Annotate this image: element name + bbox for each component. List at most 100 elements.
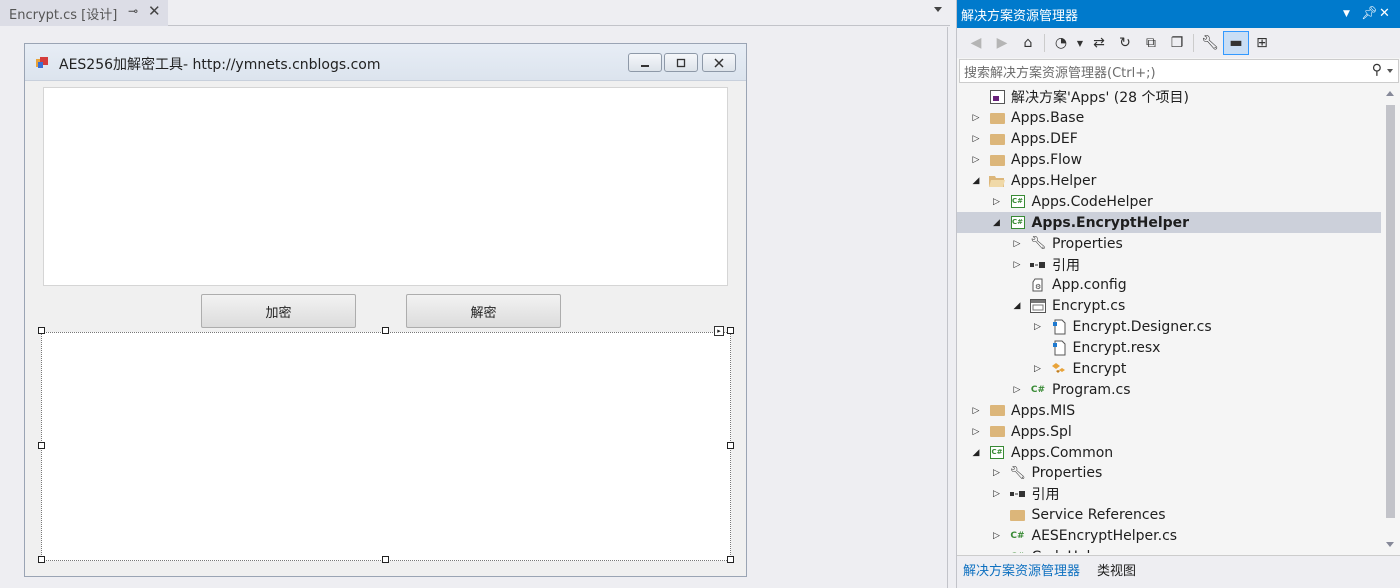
maximize-button[interactable] — [664, 53, 698, 72]
tree-item[interactable]: ▷ 🔧︎ Properties — [957, 233, 1381, 254]
resize-handle[interactable] — [382, 556, 389, 563]
input-textbox[interactable] — [43, 87, 728, 286]
tree-item[interactable]: ▷ C# Apps.CodeHelper — [957, 191, 1381, 212]
tree-item[interactable]: ◢ Encrypt.cs — [957, 296, 1381, 317]
tree-item[interactable]: Encrypt.resx — [957, 338, 1381, 359]
back-icon[interactable]: ◀ — [963, 31, 989, 55]
wrench-icon: 🔧︎ — [1029, 236, 1047, 252]
expand-arrow-icon[interactable]: ▷ — [1033, 322, 1043, 332]
expand-arrow-icon[interactable]: ▷ — [992, 468, 1002, 478]
minimize-button[interactable] — [628, 53, 662, 72]
resize-handle[interactable] — [38, 327, 45, 334]
pin-icon[interactable]: ⊸ — [128, 4, 138, 18]
tree-item[interactable]: ◢ C# Apps.Common — [957, 442, 1381, 463]
resize-handle[interactable] — [727, 442, 734, 449]
resize-handle[interactable] — [382, 327, 389, 334]
expand-arrow-icon[interactable]: ▷ — [1012, 260, 1022, 270]
tree-item[interactable]: ▷ 引用 — [957, 254, 1381, 275]
history-dropdown-icon[interactable]: ▼ — [1074, 31, 1086, 55]
tree-item[interactable]: ▷ 🔧︎ Properties — [957, 463, 1381, 484]
folder-icon — [989, 110, 1005, 126]
tree-item[interactable]: 解决方案'Apps' (28 个项目) — [957, 87, 1381, 108]
collapse-arrow-icon[interactable]: ◢ — [992, 218, 1002, 228]
resize-handle[interactable] — [727, 556, 734, 563]
search-icon[interactable]: ⚲ — [1372, 62, 1382, 78]
tab-overflow-dropdown-icon[interactable] — [934, 7, 942, 12]
solution-tree[interactable]: 解决方案'Apps' (28 个项目) ▷ Apps.Base ▷ Apps.DEF ▷ A… — [957, 87, 1381, 553]
tree-item[interactable]: ◢ C# Apps.EncryptHelper — [957, 212, 1381, 234]
collapse-arrow-icon[interactable]: ◢ — [971, 176, 981, 186]
collapse-all-icon[interactable]: ⧉ — [1138, 31, 1164, 55]
tree-item[interactable]: ▷ Apps.DEF — [957, 129, 1381, 150]
expand-arrow-icon[interactable]: ▷ — [1033, 364, 1043, 374]
decrypt-button[interactable]: 解密 — [406, 294, 561, 328]
tree-item[interactable]: ▷ Encrypt.Designer.cs — [957, 317, 1381, 338]
expand-arrow-icon[interactable]: ▷ — [971, 427, 981, 437]
pin-icon[interactable]: 📌︎ — [1361, 6, 1378, 21]
resx-icon — [1051, 340, 1067, 356]
vertical-scrollbar[interactable] — [1382, 87, 1399, 553]
expand-arrow-icon[interactable]: ▷ — [992, 197, 1002, 207]
search-options-dropdown-icon[interactable] — [1387, 69, 1393, 73]
resize-handle[interactable] — [38, 556, 45, 563]
csharp-project-icon: C# — [1010, 194, 1026, 210]
tab-class-view[interactable]: 类视图 — [1097, 559, 1136, 579]
expand-arrow-icon[interactable]: ▷ — [992, 489, 1002, 499]
panel-dropdown-icon[interactable]: ▼ — [1343, 9, 1350, 19]
tree-item-label: Encrypt.Designer.cs — [1072, 319, 1212, 336]
tree-item[interactable]: ◢ Apps.Helper — [957, 171, 1381, 192]
scroll-up-icon[interactable] — [1386, 91, 1394, 96]
expand-arrow-icon[interactable]: ▷ — [992, 552, 1002, 553]
minimize-icon — [641, 64, 649, 67]
close-icon[interactable]: ✕ — [1379, 6, 1390, 21]
tab-solution-explorer[interactable]: 解决方案资源管理器 — [963, 559, 1080, 579]
tree-item[interactable]: ▷ Encrypt — [957, 359, 1381, 380]
history-icon[interactable]: ◔ — [1048, 31, 1074, 55]
tree-item[interactable]: ▷ Apps.Flow — [957, 150, 1381, 171]
forward-icon[interactable]: ▶ — [989, 31, 1015, 55]
search-input[interactable]: 搜索解决方案资源管理器(Ctrl+;) ⚲ — [959, 59, 1399, 83]
tree-item[interactable]: Service References — [957, 505, 1381, 526]
tree-item-label: App.config — [1052, 277, 1127, 294]
output-textbox[interactable] — [41, 332, 731, 561]
solution-explorer-titlebar: 解决方案资源管理器 ▼ 📌︎ ✕ — [957, 0, 1400, 28]
expand-arrow-icon[interactable]: ▷ — [971, 113, 981, 123]
tree-item[interactable]: ▷ C# CodeHelper.cs — [957, 547, 1381, 553]
expand-arrow-icon[interactable]: ▷ — [971, 406, 981, 416]
winform-window[interactable]: AES256加解密工具- http://ymnets.cnblogs.com 加… — [24, 43, 747, 577]
scrollbar-thumb[interactable] — [1386, 105, 1395, 518]
close-icon[interactable]: ✕ — [148, 2, 161, 20]
resize-handle[interactable] — [38, 442, 45, 449]
tree-item-label: 解决方案'Apps' (28 个项目) — [1011, 90, 1189, 107]
expand-arrow-icon[interactable]: ▷ — [1012, 385, 1022, 395]
smart-tag-arrow-icon[interactable]: ▸ — [714, 326, 724, 336]
collapse-arrow-icon[interactable]: ◢ — [1012, 301, 1022, 311]
refresh-icon[interactable]: ↻ — [1112, 31, 1138, 55]
resize-handle[interactable] — [727, 327, 734, 334]
home-icon[interactable]: ⌂ — [1015, 31, 1041, 55]
tree-item[interactable]: ▷ Apps.Base — [957, 108, 1381, 129]
preview-icon[interactable]: ▬ — [1223, 31, 1249, 55]
close-button[interactable] — [702, 53, 736, 72]
properties-wrench-icon[interactable]: 🔧︎ — [1197, 31, 1223, 55]
tree-item[interactable]: ⚙ App.config — [957, 275, 1381, 296]
scroll-down-icon[interactable] — [1386, 542, 1394, 547]
sync-icon[interactable]: ⇄ — [1086, 31, 1112, 55]
collapse-arrow-icon[interactable]: ◢ — [971, 448, 981, 458]
tree-item[interactable]: ▷ C# AESEncryptHelper.cs — [957, 526, 1381, 547]
tab-label: Encrypt.cs [设计] — [9, 7, 118, 23]
expand-arrow-icon[interactable]: ▷ — [971, 155, 981, 165]
show-all-files-icon[interactable]: ❐ — [1164, 31, 1190, 55]
tree-item[interactable]: ▷ C# Program.cs — [957, 379, 1381, 400]
config-icon: ⚙ — [1030, 277, 1046, 293]
encrypt-button[interactable]: 加密 — [201, 294, 356, 328]
svg-text:⚙: ⚙ — [1035, 283, 1041, 291]
tab-encrypt-designer[interactable]: Encrypt.cs [设计] ⊸ ✕ — [0, 0, 168, 26]
tree-item[interactable]: ▷ Apps.Spl — [957, 421, 1381, 442]
tree-item[interactable]: ▷ Apps.MIS — [957, 400, 1381, 421]
tree-item[interactable]: ▷ 引用 — [957, 484, 1381, 505]
expand-arrow-icon[interactable]: ▷ — [971, 134, 981, 144]
class-diagram-icon[interactable]: ⊞ — [1249, 31, 1275, 55]
expand-arrow-icon[interactable]: ▷ — [1012, 239, 1022, 249]
expand-arrow-icon[interactable]: ▷ — [992, 531, 1002, 541]
